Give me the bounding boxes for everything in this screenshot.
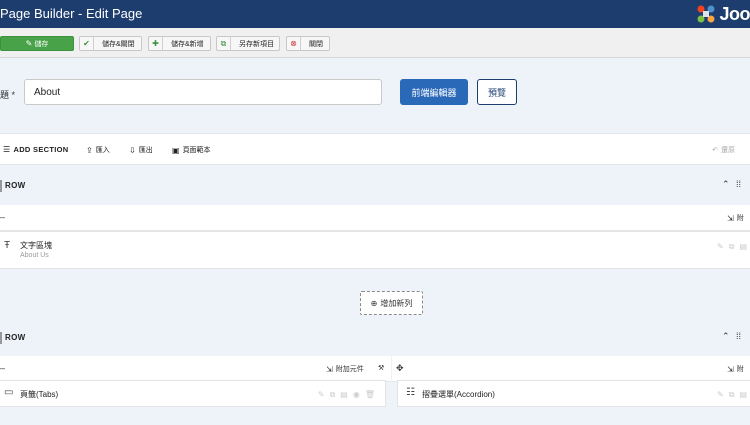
edit-icon[interactable]: ✎	[318, 390, 325, 400]
add-row-area: ⊕ 增加新列	[0, 282, 750, 322]
title-input[interactable]	[24, 79, 382, 105]
download-icon: ⇩	[129, 145, 136, 155]
attach-icon: ⇲	[727, 213, 734, 223]
app-header: Page Builder - Edit Page Joo	[0, 0, 750, 28]
page-template-label: 頁面範本	[182, 147, 211, 154]
row-settings-icon[interactable]: ⁞⁞	[736, 331, 741, 341]
edit-icon: ✎	[25, 39, 33, 48]
close-label: 關閉	[309, 40, 323, 48]
list-icon: ☷	[406, 387, 415, 398]
addon-tools: ✎ ⧉ ▤ ◉ 🗑	[318, 390, 375, 400]
export-button[interactable]: ⇩ 匯出	[129, 145, 153, 155]
add-row-label: 增加新列	[380, 298, 413, 308]
preview-button[interactable]: 預覽	[477, 79, 517, 105]
template-icon: ▣	[172, 145, 180, 155]
page-template-button[interactable]: ▣ 頁面範本	[172, 145, 211, 155]
edit-icon[interactable]: ✎	[717, 242, 724, 252]
addon-card[interactable]: Ŧ 文字區塊 About Us ✎ ⧉ ▤	[0, 231, 750, 269]
save-label: 儲存	[34, 40, 49, 48]
save-new-label: 儲存&新增	[171, 40, 204, 48]
attach-addon-button[interactable]: ⇲ 附	[727, 213, 744, 223]
addon-tools: ✎ ⧉ ▤	[717, 390, 747, 400]
row-label: ROW	[5, 181, 26, 190]
copy-icon: ⧉	[217, 37, 231, 50]
save-icon[interactable]: ▤	[739, 242, 747, 252]
import-button[interactable]: ⇪ 匯入	[86, 145, 110, 155]
check-icon: ✔	[80, 37, 94, 50]
row-drag-handle[interactable]	[0, 180, 2, 192]
export-label: 匯出	[138, 147, 153, 154]
import-label: 匯入	[95, 147, 110, 154]
plus-icon: ✚	[149, 37, 163, 50]
edit-icon[interactable]: ✎	[717, 390, 724, 400]
copy-icon[interactable]: ⧉	[330, 390, 336, 400]
save-close-button[interactable]: ✔ 儲存&關閉	[79, 36, 142, 51]
addon-name: 頁籤(Tabs)	[20, 390, 59, 399]
undo-button[interactable]: ↶ 還原	[712, 145, 735, 155]
joomla-logo-icon	[697, 5, 715, 23]
addon-subtitle: About Us	[20, 252, 49, 259]
close-button[interactable]: ⊗ 關閉	[286, 36, 330, 51]
undo-label: 還原	[721, 147, 735, 154]
chevron-up-icon[interactable]: ⌃	[722, 179, 730, 190]
addon-tools: ✎ ⧉ ▤	[717, 242, 747, 252]
row-header: ROW ⌃ ⁞⁞	[0, 318, 750, 358]
add-section-label: ADD SECTION	[13, 145, 69, 154]
addon-card[interactable]: ▭ 頁籤(Tabs) ✎ ⧉ ▤ ◉ 🗑	[0, 380, 386, 407]
add-section-button[interactable]: ☰ ADD SECTION	[3, 145, 68, 154]
tabs-icon: ▭	[4, 387, 14, 398]
text-icon: Ŧ	[4, 240, 11, 251]
attach-label: 附	[736, 366, 744, 373]
column-toolbar: – ⇲ 附	[0, 205, 750, 231]
attach-label: 附	[736, 215, 744, 222]
attach-addon-button[interactable]: ⇲ 附	[727, 364, 744, 374]
column-settings-icon[interactable]: ⚒	[378, 364, 384, 372]
page-title: Page Builder - Edit Page	[0, 6, 143, 21]
add-section-icon: ☰	[3, 145, 11, 154]
column-drag-handle[interactable]: –	[0, 363, 5, 373]
logo-text: Joo	[719, 3, 750, 24]
chevron-up-icon[interactable]: ⌃	[722, 331, 730, 342]
toolbar: ✎ 儲存 ✔ 儲存&關閉 ✚ 儲存&新增 ⧉ 另存新項目 ⊗ 關閉	[0, 28, 750, 58]
row-header: ROW ⌃ ⁞⁞	[0, 166, 750, 206]
builder-actionbar: ☰ ADD SECTION ⇪ 匯入 ⇩ 匯出 ▣ 頁面範本 ↶ 還原	[0, 133, 750, 165]
add-row-button[interactable]: ⊕ 增加新列	[360, 291, 423, 315]
frontend-editor-button[interactable]: 前端編輯器	[400, 79, 468, 105]
joomla-logo: Joo	[695, 2, 750, 26]
attach-addon-button[interactable]: ⇲ 附加元件	[326, 364, 364, 374]
close-circle-icon: ⊗	[287, 37, 301, 50]
row-label: ROW	[5, 333, 26, 342]
addon-name: 摺疊選單(Accordion)	[422, 390, 495, 399]
column-toolbar: – ⇲ 附加元件 ⚒	[0, 356, 391, 382]
plus-circle-icon: ⊕	[370, 298, 378, 308]
row-drag-handle[interactable]	[0, 332, 2, 344]
upload-icon: ⇪	[86, 145, 93, 155]
eye-icon[interactable]: ◉	[353, 390, 360, 400]
row-settings-icon[interactable]: ⁞⁞	[736, 179, 741, 189]
attach-icon: ⇲	[326, 364, 333, 374]
copy-icon[interactable]: ⧉	[729, 242, 735, 252]
copy-icon[interactable]: ⧉	[729, 390, 735, 400]
column-toolbar: ✥ ⇲ 附	[392, 356, 750, 382]
save-new-button[interactable]: ✚ 儲存&新增	[148, 36, 211, 51]
attach-icon: ⇲	[727, 364, 734, 374]
save-icon[interactable]: ▤	[340, 390, 348, 400]
save-copy-button[interactable]: ⧉ 另存新項目	[216, 36, 280, 51]
attach-label: 附加元件	[335, 366, 364, 373]
save-close-label: 儲存&關閉	[102, 40, 135, 48]
save-button[interactable]: ✎ 儲存	[0, 36, 74, 51]
addon-card[interactable]: ☷ 摺疊選單(Accordion) ✎ ⧉ ▤	[397, 380, 750, 407]
save-icon[interactable]: ▤	[739, 390, 747, 400]
title-label: 題 *	[0, 90, 16, 100]
save-copy-label: 另存新項目	[239, 40, 274, 48]
move-icon[interactable]: ✥	[396, 363, 404, 374]
addon-name: 文字區塊	[20, 241, 52, 250]
column-drag-handle[interactable]: –	[0, 212, 5, 222]
trash-icon[interactable]: 🗑	[365, 390, 375, 400]
undo-icon: ↶	[712, 147, 718, 154]
